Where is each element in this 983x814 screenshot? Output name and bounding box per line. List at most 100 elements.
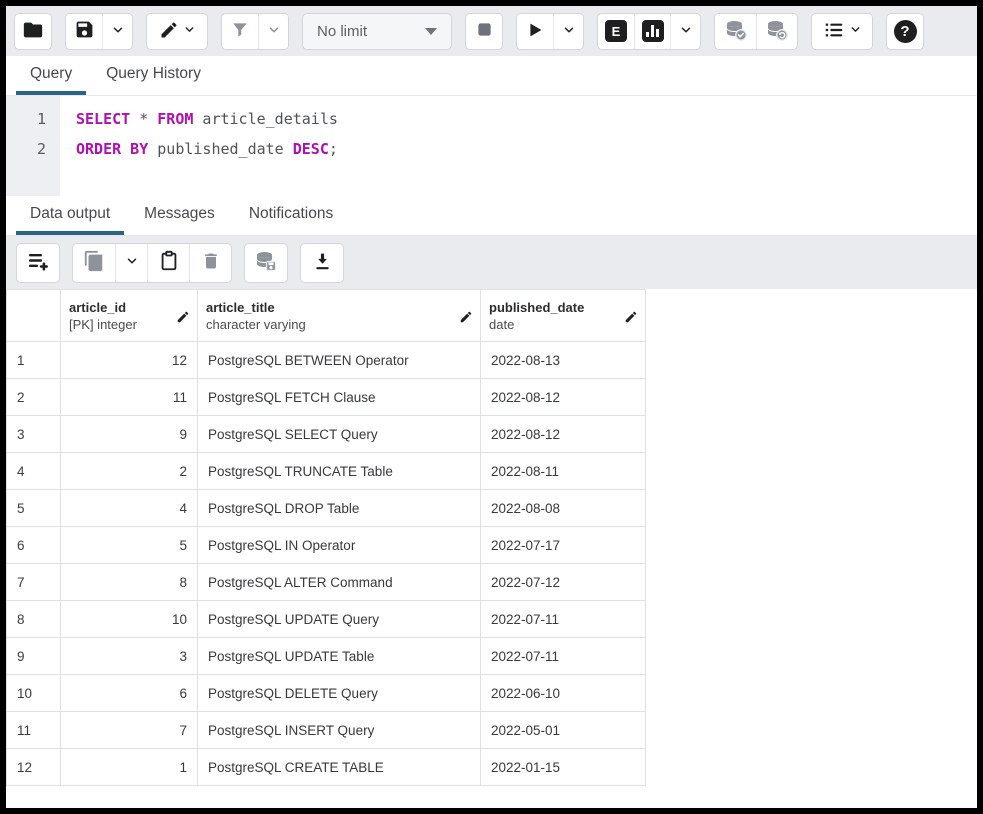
row-number-cell[interactable]: 5 (7, 490, 61, 527)
published-date-cell[interactable]: 2022-08-12 (481, 379, 646, 416)
copy-options-dropdown-button[interactable] (115, 244, 147, 282)
article-id-cell[interactable]: 4 (61, 490, 198, 527)
clipboard-icon (158, 250, 180, 275)
column-header-article-title[interactable]: article_title character varying (198, 290, 481, 342)
published-date-cell[interactable]: 2022-06-10 (481, 675, 646, 712)
filter-button[interactable] (222, 14, 258, 49)
add-row-button[interactable] (17, 244, 59, 282)
edit-column-icon[interactable] (459, 310, 473, 327)
published-date-cell[interactable]: 2022-08-11 (481, 453, 646, 490)
column-header-published-date[interactable]: published_date date (481, 290, 646, 342)
article-id-cell[interactable]: 2 (61, 453, 198, 490)
tab-notifications[interactable]: Notifications (235, 196, 347, 235)
edit-column-icon[interactable] (176, 310, 190, 327)
chevron-down-icon (849, 23, 862, 39)
article-title-cell[interactable]: PostgreSQL SELECT Query (198, 416, 481, 453)
article-id-cell[interactable]: 6 (61, 675, 198, 712)
published-date-cell[interactable]: 2022-07-12 (481, 564, 646, 601)
rollback-icon (765, 18, 789, 45)
help-icon: ? (894, 20, 917, 43)
published-date-cell[interactable]: 2022-05-01 (481, 712, 646, 749)
tab-query-history[interactable]: Query History (92, 56, 215, 95)
row-number-cell[interactable]: 9 (7, 638, 61, 675)
row-number-cell[interactable]: 2 (7, 379, 61, 416)
sql-editor[interactable]: 12 SELECT * FROM article_detailsORDER BY… (6, 96, 977, 196)
open-file-button[interactable] (15, 14, 51, 49)
article-id-cell[interactable]: 8 (61, 564, 198, 601)
published-date-cell[interactable]: 2022-08-13 (481, 342, 646, 379)
row-number-cell[interactable]: 12 (7, 749, 61, 786)
edit-column-icon[interactable] (624, 310, 638, 327)
execute-options-dropdown-button[interactable] (553, 14, 583, 49)
clipboard-group (72, 243, 232, 283)
execute-query-button[interactable] (517, 14, 553, 49)
row-number-cell[interactable]: 4 (7, 453, 61, 490)
row-number-cell[interactable]: 7 (7, 564, 61, 601)
article-title-cell[interactable]: PostgreSQL DROP Table (198, 490, 481, 527)
article-id-cell[interactable]: 10 (61, 601, 198, 638)
article-id-cell[interactable]: 9 (61, 416, 198, 453)
explain-button[interactable]: E (598, 14, 634, 49)
grid-corner-cell[interactable] (7, 290, 61, 342)
article-id-cell[interactable]: 5 (61, 527, 198, 564)
rollback-button[interactable] (756, 14, 797, 49)
explain-analyze-button[interactable] (634, 14, 670, 49)
row-number-cell[interactable]: 6 (7, 527, 61, 564)
tab-query[interactable]: Query (16, 56, 86, 95)
published-date-cell[interactable]: 2022-01-15 (481, 749, 646, 786)
published-date-cell[interactable]: 2022-07-11 (481, 601, 646, 638)
published-date-cell[interactable]: 2022-07-11 (481, 638, 646, 675)
tab-messages[interactable]: Messages (130, 196, 229, 235)
macros-button[interactable] (812, 14, 872, 49)
article-title-cell[interactable]: PostgreSQL BETWEEN Operator (198, 342, 481, 379)
help-button[interactable]: ? (887, 14, 923, 49)
filter-group (221, 13, 289, 50)
article-title-cell[interactable]: PostgreSQL UPDATE Query (198, 601, 481, 638)
chevron-down-icon (267, 23, 281, 40)
explain-options-dropdown-button[interactable] (670, 14, 700, 49)
commit-button[interactable] (715, 14, 756, 49)
download-button[interactable] (301, 244, 343, 282)
article-title-cell[interactable]: PostgreSQL IN Operator (198, 527, 481, 564)
column-header-article-id[interactable]: article_id [PK] integer (61, 290, 198, 342)
table-row: 11 7 PostgreSQL INSERT Query 2022-05-01 (7, 712, 646, 749)
article-title-cell[interactable]: PostgreSQL UPDATE Table (198, 638, 481, 675)
article-id-cell[interactable]: 12 (61, 342, 198, 379)
table-row: 10 6 PostgreSQL DELETE Query 2022-06-10 (7, 675, 646, 712)
macros-group (811, 13, 873, 50)
edit-menu-button[interactable] (147, 14, 207, 49)
database-save-icon (254, 249, 278, 276)
sql-line: SELECT * FROM article_details (76, 104, 338, 134)
article-title-cell[interactable]: PostgreSQL DELETE Query (198, 675, 481, 712)
row-number-cell[interactable]: 8 (7, 601, 61, 638)
article-title-cell[interactable]: PostgreSQL FETCH Clause (198, 379, 481, 416)
row-number-cell[interactable]: 3 (7, 416, 61, 453)
delete-row-button[interactable] (189, 244, 231, 282)
article-title-cell[interactable]: PostgreSQL CREATE TABLE (198, 749, 481, 786)
stop-icon (474, 19, 495, 43)
tab-data-output[interactable]: Data output (16, 196, 124, 235)
article-id-cell[interactable]: 1 (61, 749, 198, 786)
sql-code[interactable]: SELECT * FROM article_detailsORDER BY pu… (60, 96, 338, 196)
published-date-cell[interactable]: 2022-08-12 (481, 416, 646, 453)
row-limit-select[interactable]: No limit (302, 13, 452, 50)
row-number-cell[interactable]: 1 (7, 342, 61, 379)
article-title-cell[interactable]: PostgreSQL TRUNCATE Table (198, 453, 481, 490)
article-title-cell[interactable]: PostgreSQL ALTER Command (198, 564, 481, 601)
article-title-cell[interactable]: PostgreSQL INSERT Query (198, 712, 481, 749)
copy-button[interactable] (73, 244, 115, 282)
save-file-button[interactable] (66, 14, 102, 49)
sql-line: ORDER BY published_date DESC; (76, 134, 338, 164)
filter-options-dropdown-button[interactable] (258, 14, 288, 49)
paste-button[interactable] (147, 244, 189, 282)
article-id-cell[interactable]: 7 (61, 712, 198, 749)
article-id-cell[interactable]: 11 (61, 379, 198, 416)
published-date-cell[interactable]: 2022-07-17 (481, 527, 646, 564)
row-number-cell[interactable]: 10 (7, 675, 61, 712)
row-number-cell[interactable]: 11 (7, 712, 61, 749)
cancel-query-button[interactable] (466, 14, 502, 49)
save-options-dropdown-button[interactable] (102, 14, 132, 49)
published-date-cell[interactable]: 2022-08-08 (481, 490, 646, 527)
save-data-changes-button[interactable] (245, 244, 287, 282)
article-id-cell[interactable]: 3 (61, 638, 198, 675)
